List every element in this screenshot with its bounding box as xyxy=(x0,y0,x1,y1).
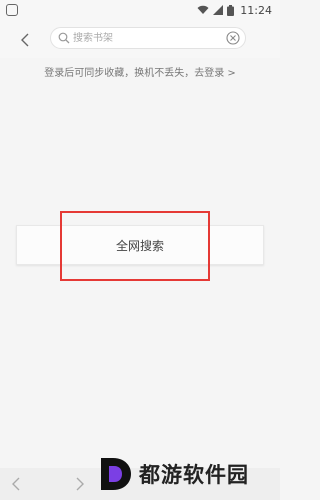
search-input[interactable] xyxy=(73,30,213,46)
app-icon xyxy=(6,4,18,16)
back-button[interactable] xyxy=(14,29,36,51)
status-time: 11:24 xyxy=(240,3,272,17)
signal-icon xyxy=(213,5,224,15)
battery-icon xyxy=(227,4,235,16)
nav-back-icon[interactable] xyxy=(8,476,24,492)
status-icons: 11:24 xyxy=(197,3,272,17)
chevron-left-icon xyxy=(21,33,29,47)
d-logo-icon xyxy=(101,458,131,490)
highlight-annotation xyxy=(60,211,210,281)
watermark: 都游软件园 xyxy=(95,452,249,496)
search-icon xyxy=(58,32,70,44)
status-bar: 11:24 xyxy=(0,0,280,20)
wifi-icon xyxy=(197,5,209,14)
login-sync-link[interactable]: 登录后可同步收藏，换机不丢失，去登录 > xyxy=(0,65,280,83)
search-bar xyxy=(0,20,280,58)
search-box[interactable] xyxy=(50,27,246,49)
clear-icon[interactable] xyxy=(226,31,240,45)
watermark-text: 都游软件园 xyxy=(139,463,249,487)
nav-forward-icon[interactable] xyxy=(72,476,88,492)
